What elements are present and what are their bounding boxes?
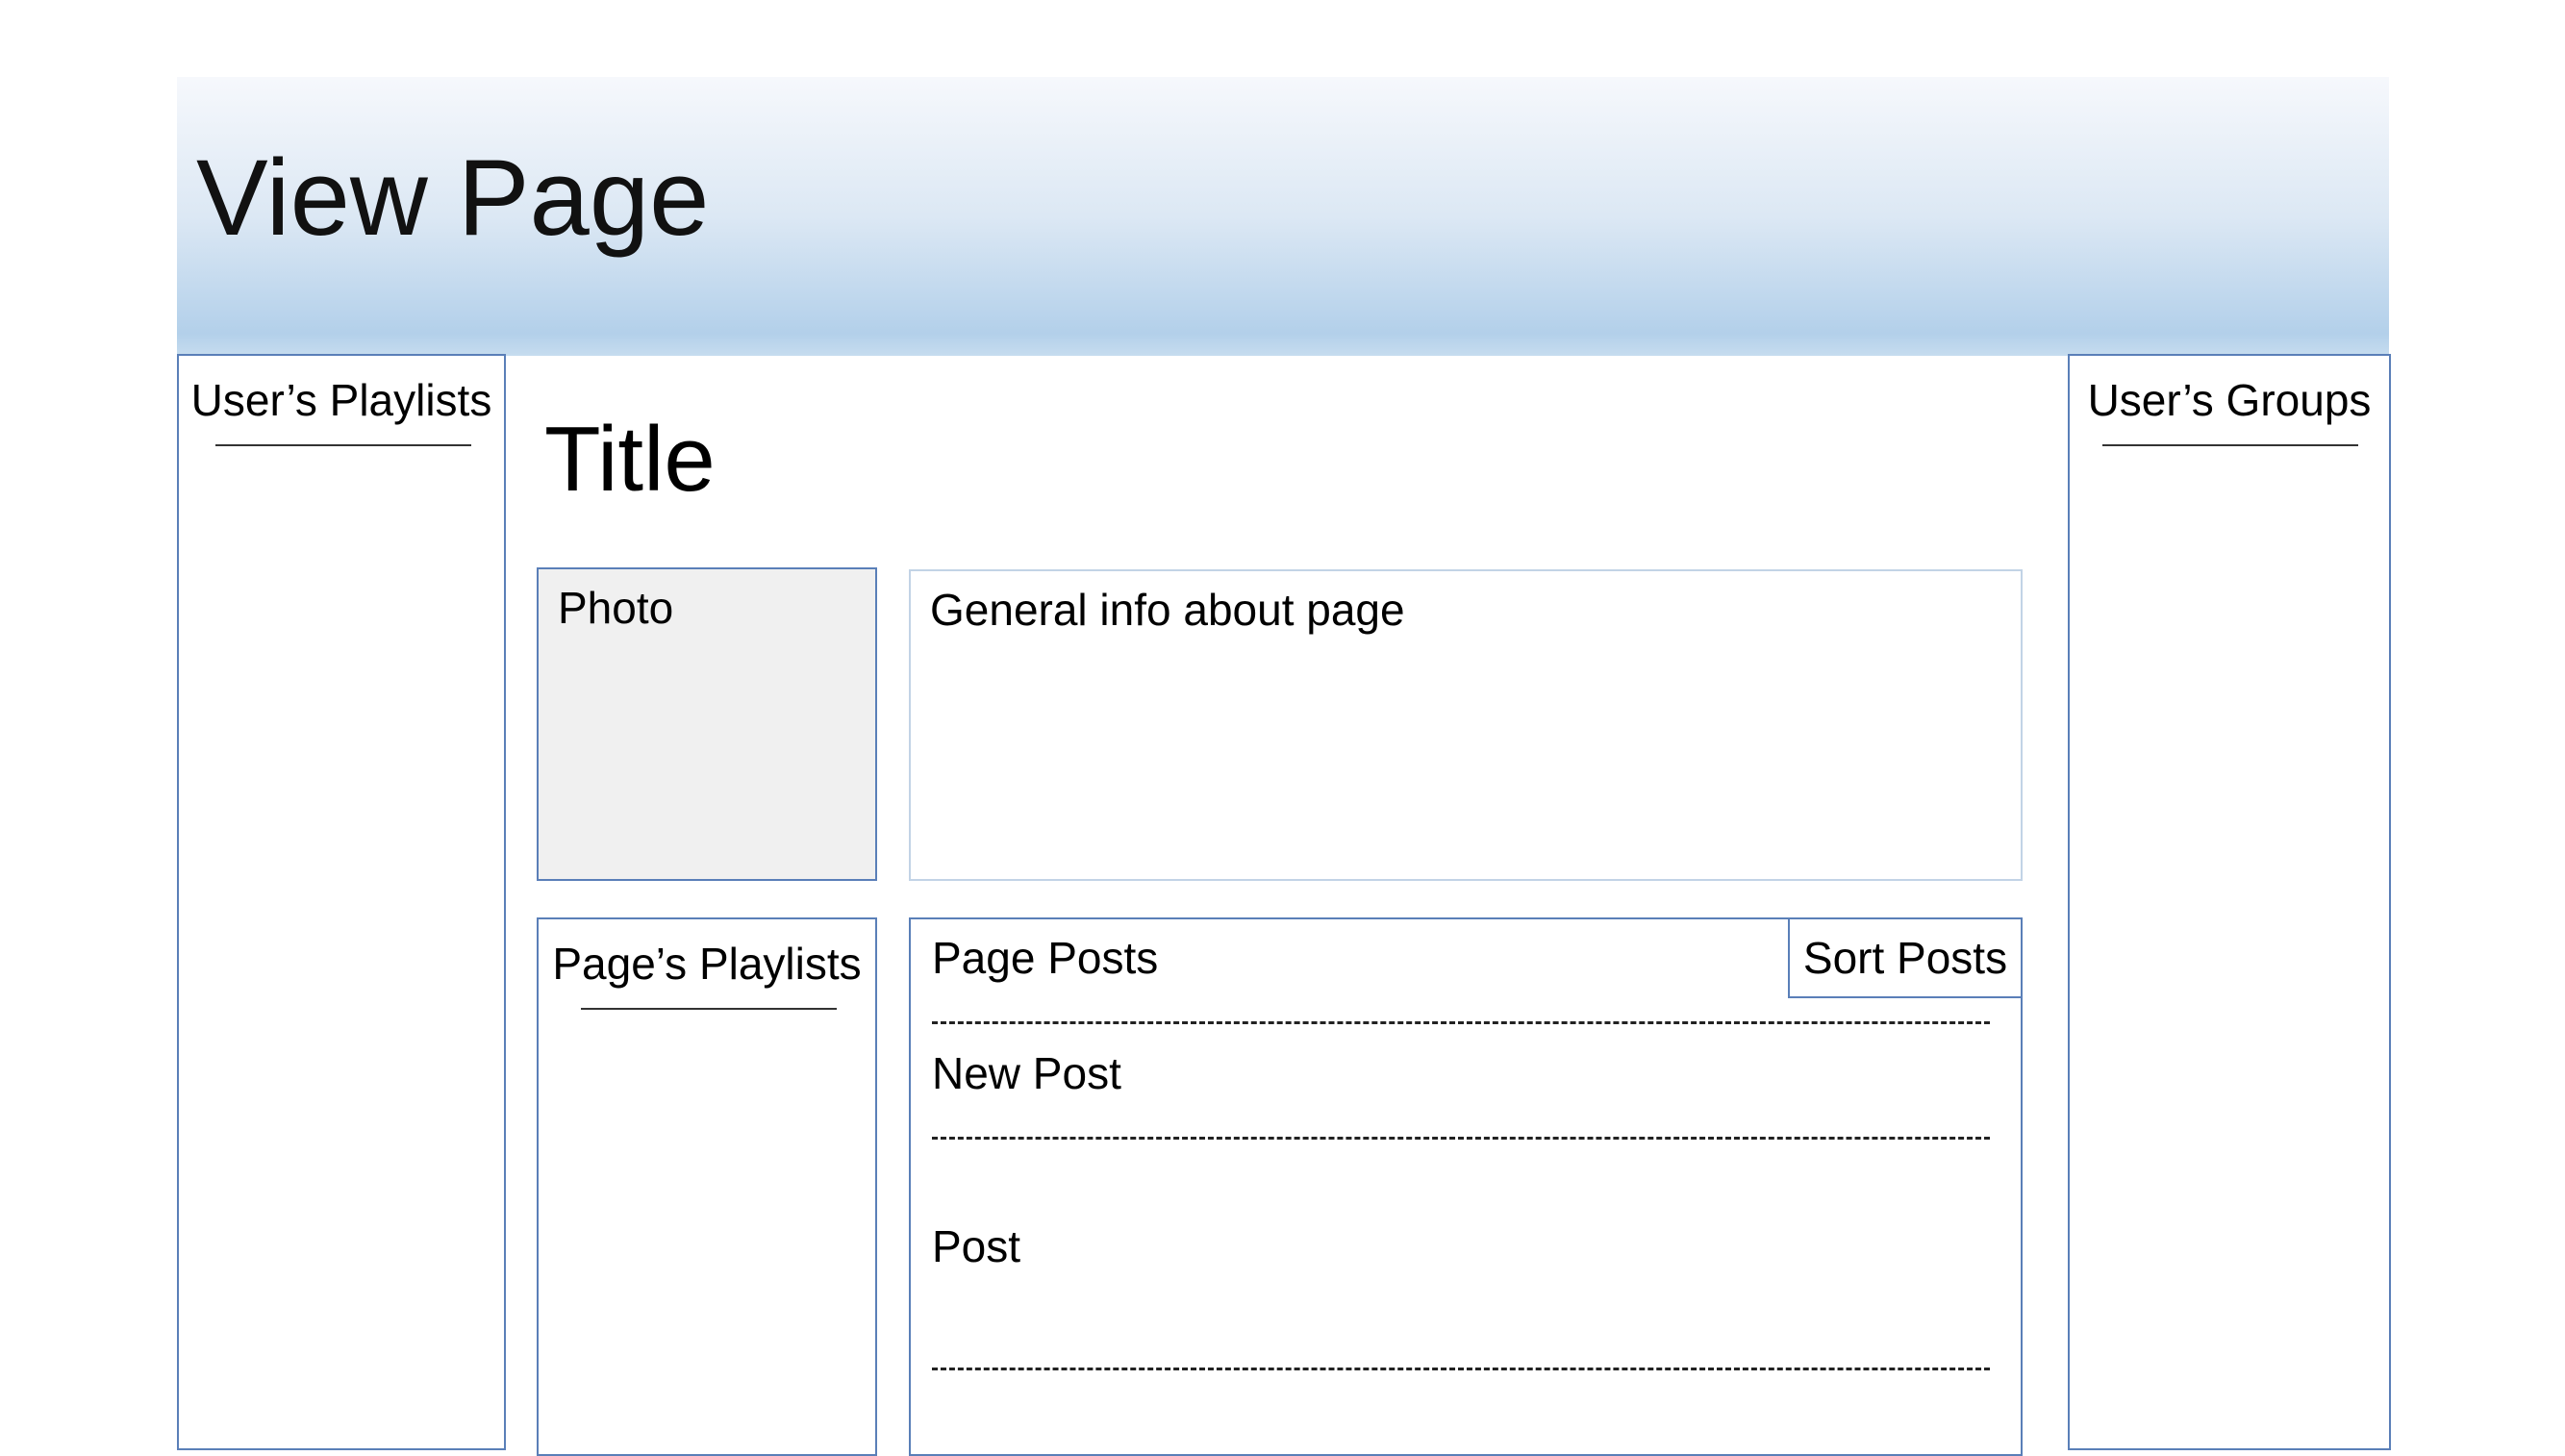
users-playlists-title[interactable]: User’s Playlists bbox=[179, 375, 504, 426]
post-separator bbox=[932, 1368, 1990, 1370]
general-info-label: General info about page bbox=[930, 585, 1405, 635]
page-posts-panel: Page Posts Sort Posts New Post Post bbox=[909, 917, 2023, 1456]
photo-placeholder[interactable]: Photo bbox=[537, 567, 877, 881]
pages-playlists-panel: Page’s Playlists bbox=[537, 917, 877, 1456]
post-separator bbox=[932, 1021, 1990, 1024]
sort-posts-label: Sort Posts bbox=[1802, 933, 2008, 983]
page-posts-title: Page Posts bbox=[932, 933, 1159, 983]
users-playlists-sidebar: User’s Playlists bbox=[177, 354, 506, 1450]
page-title: Title bbox=[544, 408, 716, 511]
post-entry[interactable]: Post bbox=[932, 1221, 1020, 1272]
users-playlists-divider bbox=[215, 444, 471, 446]
post-separator bbox=[932, 1137, 1990, 1140]
pages-playlists-title[interactable]: Page’s Playlists bbox=[539, 939, 875, 990]
users-groups-title[interactable]: User’s Groups bbox=[2070, 375, 2389, 426]
page-heading: View Page bbox=[196, 138, 710, 258]
users-groups-divider bbox=[2102, 444, 2358, 446]
general-info-panel: General info about page bbox=[909, 569, 2023, 881]
photo-label: Photo bbox=[558, 583, 674, 633]
users-groups-sidebar: User’s Groups bbox=[2068, 354, 2391, 1450]
sort-posts-button[interactable]: Sort Posts bbox=[1788, 917, 2023, 998]
new-post-entry[interactable]: New Post bbox=[932, 1048, 1121, 1099]
pages-playlists-divider bbox=[581, 1008, 837, 1010]
